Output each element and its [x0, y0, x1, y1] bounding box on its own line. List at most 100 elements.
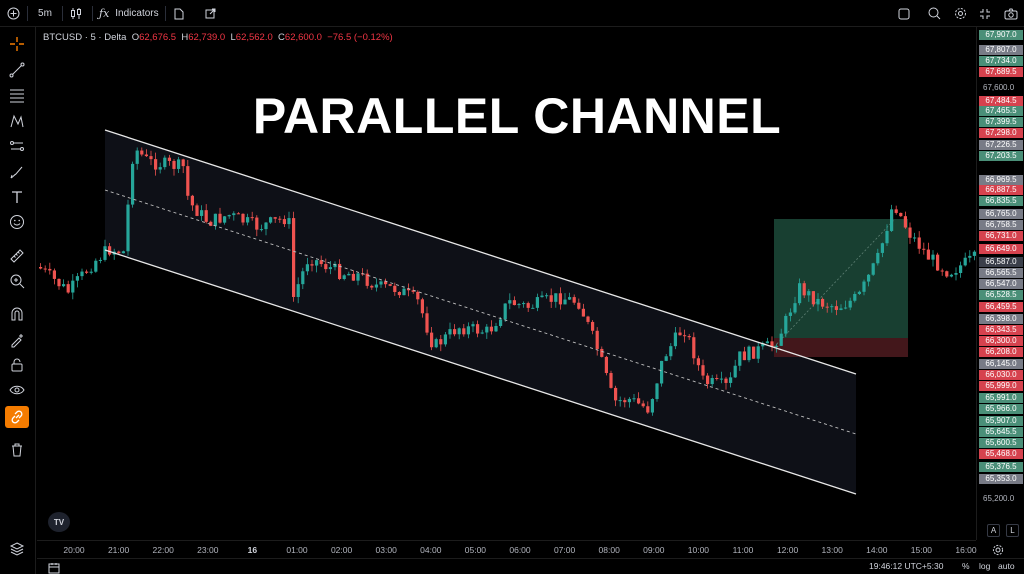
candle-body	[264, 222, 268, 230]
price-axis-tag: 66,459.5	[979, 302, 1023, 312]
candle-body	[522, 303, 526, 305]
utc-clock[interactable]: 19:46:12 UTC+5:30	[869, 561, 943, 571]
open-label: O	[131, 32, 140, 43]
candle-body	[462, 328, 466, 335]
time-axis[interactable]: 20:00 21:00 22:00 23:00 16 01:00 02:00 03:00 04:…	[37, 540, 977, 558]
candle-body	[204, 210, 208, 222]
auto-scale-button[interactable]: A	[987, 524, 1000, 537]
price-axis[interactable]: A L 67,907.0 67,807.0 67,734.0 67,689.5 67,6…	[976, 27, 1024, 540]
candle-body	[439, 339, 443, 345]
price-axis-tag: 66,145.0	[979, 359, 1023, 369]
fib-lines-icon[interactable]	[5, 84, 29, 106]
candle-body	[531, 307, 535, 309]
candle-body	[75, 276, 79, 281]
candle-body	[448, 329, 452, 335]
price-axis-tag: 66,398.0	[979, 314, 1023, 324]
candle-body	[140, 150, 144, 155]
chart-pane[interactable]: BTCUSD · 5 · Delta O62,676.5 H62,739.0 L…	[37, 27, 976, 540]
log-toggle[interactable]: log	[979, 561, 990, 571]
text-tool-icon[interactable]	[5, 186, 29, 208]
candle-body	[66, 284, 70, 293]
add-symbol-icon[interactable]	[2, 0, 24, 27]
candle-body	[692, 337, 696, 359]
candle-body	[310, 264, 314, 266]
zoom-search-icon[interactable]	[925, 0, 943, 27]
candle-body	[85, 271, 89, 273]
candle-body	[144, 154, 148, 157]
candle-body	[646, 406, 650, 413]
price-axis-tag: 67,600.0	[983, 83, 1015, 92]
trash-icon[interactable]	[5, 439, 29, 461]
candle-body	[255, 217, 259, 230]
candle-body	[117, 251, 121, 254]
trend-line-icon[interactable]	[5, 59, 29, 81]
candle-body	[747, 346, 751, 361]
lock-scale-label: L	[1010, 526, 1015, 535]
candles-icon[interactable]	[66, 0, 86, 27]
price-axis-tag: 65,966.0	[979, 404, 1023, 414]
indicators-button[interactable]: ƒx Indicators	[99, 0, 161, 27]
lock-scale-button[interactable]: L	[1006, 524, 1019, 537]
candle-body	[186, 166, 190, 196]
change-value: −76.5 (−0.12%)	[327, 32, 393, 43]
pattern-icon[interactable]	[5, 110, 29, 132]
candle-body	[807, 291, 811, 296]
lock-drawing-icon[interactable]	[5, 329, 29, 351]
candle-body	[305, 264, 309, 272]
time-axis-label: 09:00	[643, 545, 665, 555]
price-axis-tag: 65,999.0	[979, 381, 1023, 391]
candle-body	[480, 332, 484, 334]
projection-icon[interactable]	[5, 135, 29, 157]
brush-icon[interactable]	[5, 161, 29, 183]
emoji-icon[interactable]	[5, 211, 29, 233]
open-external-icon[interactable]	[201, 0, 219, 27]
candle-body	[62, 284, 66, 287]
candle-body	[195, 205, 199, 216]
collapse-icon[interactable]	[976, 0, 994, 27]
timeframe-button[interactable]: 5m	[32, 0, 58, 27]
candle-body	[370, 285, 374, 288]
candle-body	[871, 263, 875, 275]
tradingview-logo[interactable]: TV	[48, 512, 70, 532]
price-axis-tag: 67,226.5	[979, 140, 1023, 150]
candle-body	[903, 216, 907, 228]
crosshair-icon[interactable]	[5, 33, 29, 55]
candle-body	[181, 159, 185, 167]
eye-visibility-icon[interactable]	[5, 379, 29, 401]
fullscreen-square-icon[interactable]	[895, 0, 913, 27]
candle-body	[678, 332, 682, 336]
auto-toggle[interactable]: auto	[998, 561, 1015, 571]
candle-body	[931, 254, 935, 260]
date-range-calendar-icon[interactable]	[48, 561, 60, 574]
candle-body	[292, 218, 296, 297]
candle-body	[236, 213, 240, 215]
candle-body	[710, 378, 714, 385]
settings-gear-icon[interactable]	[951, 0, 969, 27]
layout-icon[interactable]	[171, 0, 187, 27]
candle-body	[158, 167, 162, 170]
price-axis-tag: 65,907.0	[979, 416, 1023, 426]
price-axis-tag: 66,887.5	[979, 185, 1023, 195]
candle-body	[52, 270, 56, 279]
candle-body	[269, 217, 273, 223]
candle-body	[821, 298, 825, 307]
magnet-icon[interactable]	[5, 303, 29, 325]
candle-body	[724, 378, 728, 383]
time-axis-label: 08:00	[598, 545, 620, 555]
lock-icon[interactable]	[5, 354, 29, 376]
candle-body	[103, 246, 107, 260]
bottom-bar: 19:46:12 UTC+5:30 % log auto	[37, 558, 1024, 574]
symbol-name[interactable]: BTCUSD · 5 · Delta	[43, 32, 126, 43]
zoom-in-icon[interactable]	[5, 270, 29, 292]
camera-snapshot-icon[interactable]	[1001, 0, 1021, 27]
drawing-toolbar	[0, 27, 36, 574]
candle-body	[163, 157, 167, 168]
candle-body	[282, 219, 286, 225]
candle-body	[899, 212, 903, 217]
logo-text: TV	[53, 517, 65, 527]
layers-icon[interactable]	[5, 538, 29, 560]
link-sync-icon[interactable]	[5, 406, 29, 428]
percent-toggle[interactable]: %	[962, 561, 970, 571]
candle-body	[540, 295, 544, 298]
ruler-icon[interactable]	[5, 245, 29, 267]
